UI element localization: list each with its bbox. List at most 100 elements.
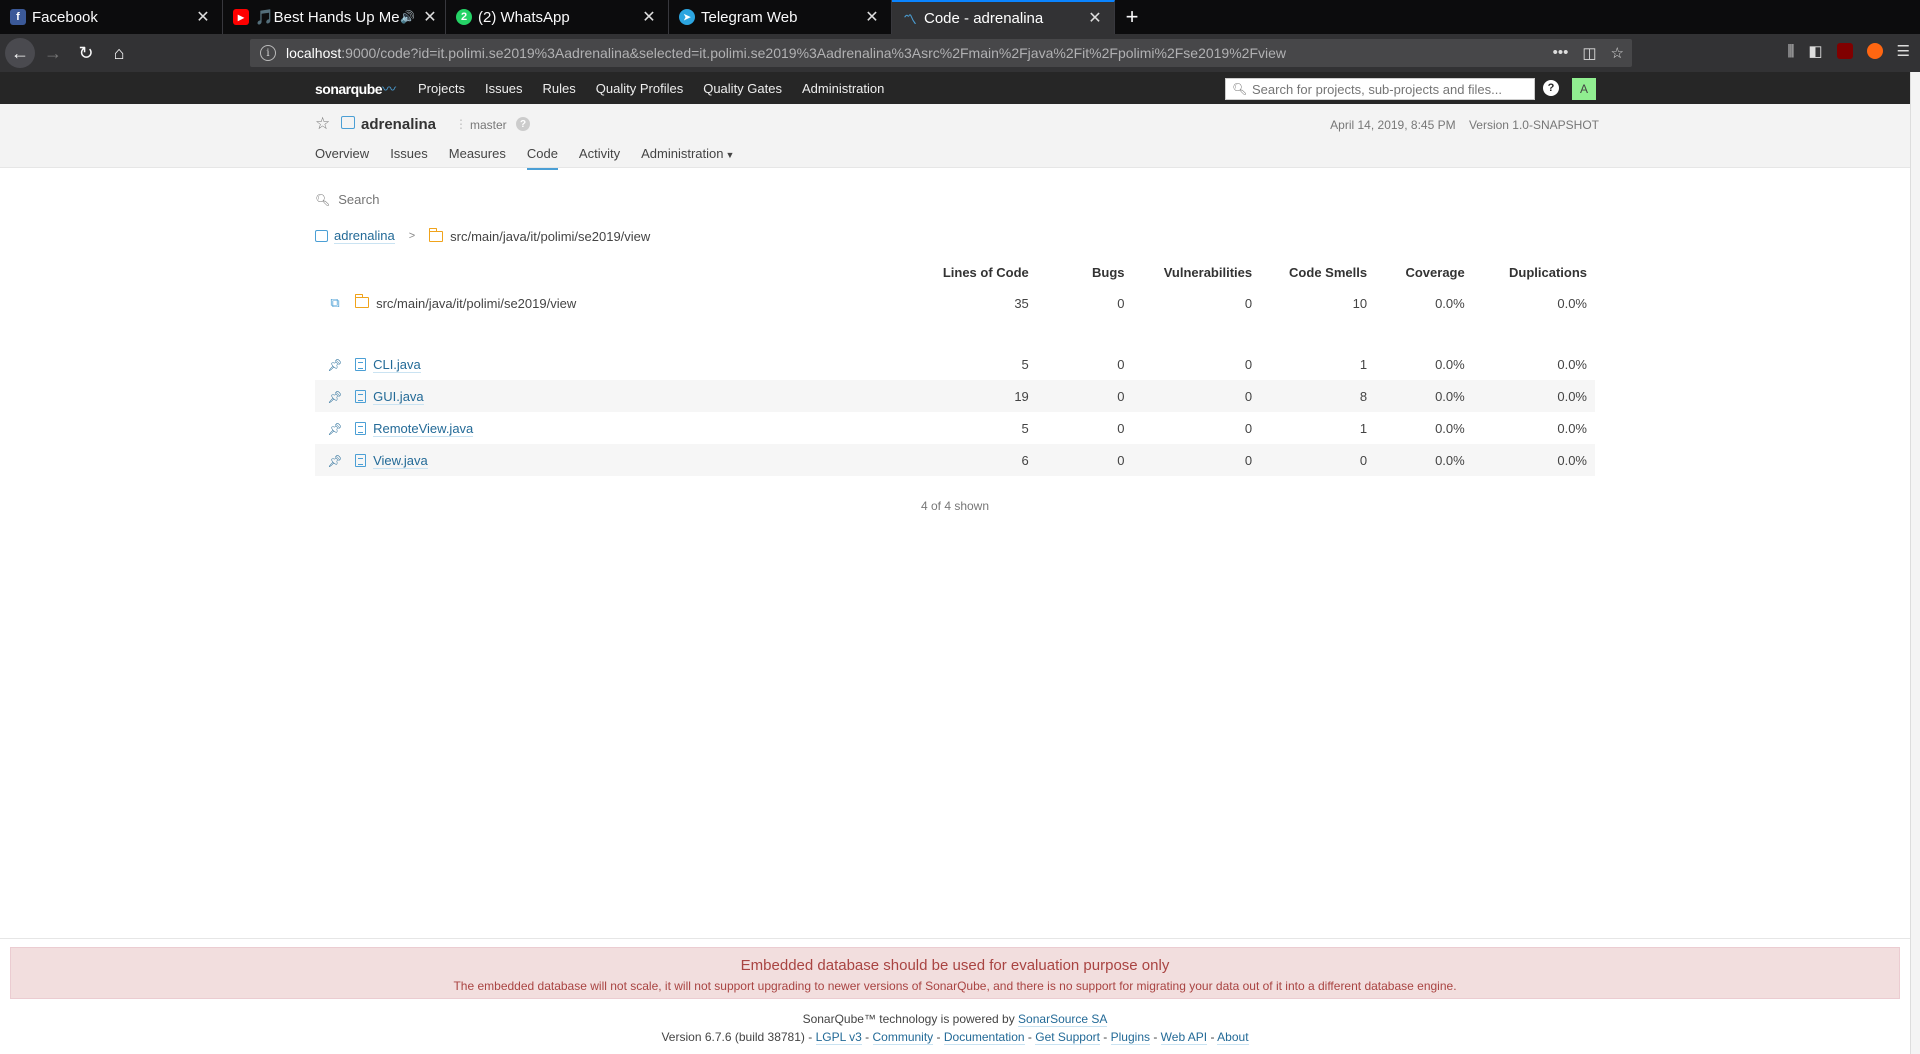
base-component-row: ⧉ src/main/java/it/polimi/se2019/view 35… <box>315 286 1595 320</box>
footer-divider <box>0 938 1910 939</box>
nav-quality-gates[interactable]: Quality Gates <box>703 81 782 96</box>
tab-label: 🎵Best Hands Up Meg <box>255 9 401 26</box>
footer-link-about[interactable]: About <box>1217 1030 1249 1045</box>
nav-quality-profiles[interactable]: Quality Profiles <box>596 81 683 96</box>
pin-icon[interactable]: 📌︎ <box>327 390 342 404</box>
speaker-icon[interactable]: 🔊 <box>400 10 415 24</box>
page-scrollbar[interactable] <box>1910 72 1920 1054</box>
pin-icon[interactable]: 📌︎ <box>327 358 342 372</box>
header-coverage: Coverage <box>1405 264 1465 280</box>
close-tab-icon[interactable]: ✕ <box>419 7 441 27</box>
caret-down-icon: ▼ <box>725 150 735 160</box>
arrow-right-icon: → <box>44 42 62 63</box>
close-tab-icon[interactable]: ✕ <box>1084 8 1106 28</box>
tab-administration[interactable]: Administration ▼ <box>641 146 734 170</box>
nav-projects[interactable]: Projects <box>418 81 465 96</box>
project-version: Version 1.0-SNAPSHOT <box>1468 118 1599 132</box>
branch-name: master <box>470 118 507 132</box>
avatar[interactable]: A <box>1572 78 1596 100</box>
code-search: 🔍︎ <box>315 192 639 207</box>
sonarqube-logo[interactable]: sonarqube〰 <box>315 79 396 99</box>
telegram-icon: ➤ <box>679 9 695 25</box>
header-bugs: Bugs <box>1092 264 1125 280</box>
page-footer: SonarQube™ technology is powered by Sona… <box>0 1010 1910 1046</box>
browser-tab-facebook[interactable]: f Facebook ✕ <box>0 0 223 34</box>
external-link-icon[interactable]: ⧉ <box>330 295 339 310</box>
footer-sonarsource-link[interactable]: SonarSource SA <box>1018 1012 1108 1027</box>
pin-cell: 📌︎ <box>315 412 355 444</box>
menu-icon[interactable]: ☰ <box>1897 42 1910 60</box>
base-loc: 35 <box>1014 295 1029 311</box>
favorite-star-icon[interactable]: ☆ <box>315 114 330 134</box>
tab-measures[interactable]: Measures <box>449 146 506 170</box>
address-bar[interactable]: i localhost :9000/code?id=it.polimi.se20… <box>250 39 1632 67</box>
new-tab-button[interactable]: + <box>1115 0 1149 34</box>
file-bugs[interactable]: 0 <box>1037 412 1133 444</box>
file-duplications: 0.0% <box>1557 356 1587 372</box>
extension-icon[interactable] <box>1866 43 1883 59</box>
footer-link-documentation[interactable]: Documentation <box>943 1030 1025 1045</box>
footer-link-web-api[interactable]: Web API <box>1160 1030 1208 1045</box>
tab-overview[interactable]: Overview <box>315 146 369 170</box>
browser-tab-code-adrenalina[interactable]: 〽 Code - adrenalina ✕ <box>892 0 1115 34</box>
footer-link-support[interactable]: Get Support <box>1035 1030 1100 1045</box>
file-link[interactable]: CLI.java <box>373 356 421 373</box>
back-button[interactable]: ← <box>5 38 35 68</box>
footer-link-community[interactable]: Community <box>872 1030 934 1045</box>
help-icon[interactable]: ? <box>1543 80 1559 96</box>
close-tab-icon[interactable]: ✕ <box>192 7 214 27</box>
info-icon[interactable]: i <box>260 45 276 61</box>
nav-administration[interactable]: Administration <box>802 81 884 96</box>
pin-icon[interactable]: 📌︎ <box>327 422 342 436</box>
nav-rules[interactable]: Rules <box>543 81 576 96</box>
browser-tab-youtube[interactable]: ▶ 🎵Best Hands Up Meg 🔊 ✕ <box>223 0 446 34</box>
footer-link-plugins[interactable]: Plugins <box>1110 1030 1150 1045</box>
tab-activity[interactable]: Activity <box>579 146 620 170</box>
forward-button[interactable]: → <box>38 38 68 68</box>
reload-button[interactable]: ↻ <box>71 38 101 68</box>
footer-link-license[interactable]: LGPL v3 <box>815 1030 862 1045</box>
browser-toolbar-right: ⫼ ◧ ☰ <box>1787 42 1910 61</box>
pin-icon[interactable]: 📌︎ <box>327 454 342 468</box>
library-icon[interactable]: ⫼ <box>1787 43 1794 60</box>
breadcrumb-project[interactable]: adrenalina <box>334 228 395 244</box>
file-name-cell: RemoteView.java <box>355 412 871 444</box>
file-bugs[interactable]: 0 <box>1036 380 1133 412</box>
logo-wave-icon: 〰 <box>382 81 396 97</box>
browser-tab-strip: f Facebook ✕ ▶ 🎵Best Hands Up Meg 🔊 ✕ 2 … <box>0 0 1920 34</box>
file-vulnerabilities: 0 <box>1244 356 1253 372</box>
home-button[interactable]: ⌂ <box>104 38 134 68</box>
table-header-row: Lines of Code Bugs Vulnerabilities Code … <box>315 258 1595 286</box>
project-name[interactable]: adrenalina <box>361 116 436 133</box>
browser-tab-telegram[interactable]: ➤ Telegram Web ✕ <box>669 0 892 34</box>
ublock-icon[interactable] <box>1836 43 1853 59</box>
arrow-left-icon: ← <box>11 42 29 63</box>
tab-code[interactable]: Code <box>526 146 558 170</box>
file-coverage: 0.0% <box>1375 444 1473 476</box>
bookmark-star-icon[interactable]: ☆ <box>1611 44 1624 62</box>
global-search[interactable]: 🔍︎ <box>1225 78 1535 100</box>
file-bugs[interactable]: 0 <box>1037 348 1133 380</box>
file-link[interactable]: View.java <box>373 452 428 469</box>
base-bugs: 0 <box>1117 295 1125 311</box>
tab-issues[interactable]: Issues <box>390 146 428 170</box>
tab-label: Code - adrenalina <box>924 9 1044 27</box>
more-icon[interactable]: ••• <box>1553 44 1569 62</box>
file-link[interactable]: RemoteView.java <box>373 420 474 437</box>
base-code-smells: 10 <box>1352 295 1368 311</box>
home-icon: ⌂ <box>113 42 125 63</box>
browser-tab-whatsapp[interactable]: 2 (2) WhatsApp ✕ <box>446 0 669 34</box>
close-tab-icon[interactable]: ✕ <box>638 7 660 27</box>
nav-issues[interactable]: Issues <box>485 81 523 96</box>
global-search-input[interactable] <box>1252 81 1522 97</box>
sidebar-icon[interactable]: ◧ <box>1808 42 1822 60</box>
spacer-cell <box>315 320 1595 348</box>
code-search-input[interactable] <box>338 192 639 207</box>
file-loc: 6 <box>871 444 1037 476</box>
close-tab-icon[interactable]: ✕ <box>861 7 883 27</box>
pocket-icon[interactable]: ◫ <box>1582 44 1596 62</box>
file-bugs[interactable]: 0 <box>1036 444 1133 476</box>
branch-help-icon[interactable]: ? <box>516 117 530 131</box>
table-row: 📌︎ View.java 6 0 0 0 0.0% 0.0% <box>315 444 1595 476</box>
file-link[interactable]: GUI.java <box>373 388 424 405</box>
